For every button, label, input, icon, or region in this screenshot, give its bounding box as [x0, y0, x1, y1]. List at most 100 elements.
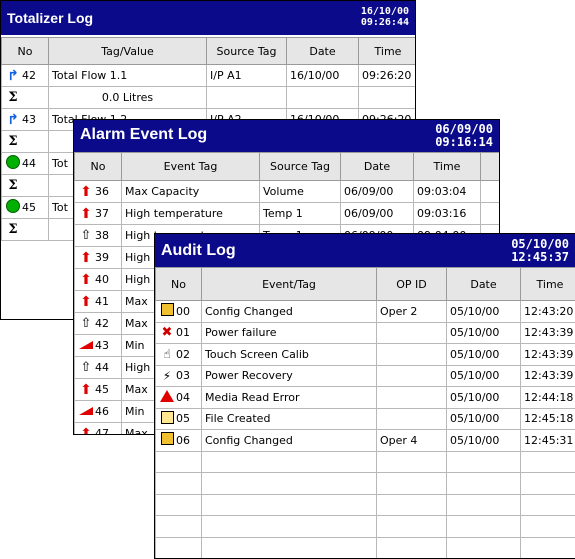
new-file-icon [158, 411, 176, 427]
totalizer-column-header[interactable]: No [2, 38, 49, 65]
audit-tag-cell: Power failure [202, 322, 377, 344]
audit-table-row[interactable]: 04Media Read Error05/10/0012:44:18 [156, 387, 575, 409]
audit-table-row[interactable]: 00Config ChangedOper 205/10/0012:43:20 [156, 301, 575, 323]
totalizer-title: Totalizer Log [7, 10, 93, 26]
alarm-no-cell: 43 [75, 335, 122, 357]
totalizer-row-number: 42 [22, 69, 36, 82]
red-flash-up-icon: ⬆ [77, 184, 95, 200]
totalizer-tag-cell: Total Flow 1.1 [49, 65, 207, 87]
audit-tag-cell [202, 537, 377, 559]
audit-log-window: Audit Log 05/10/00 12:45:37 NoEvent/TagO… [154, 233, 575, 559]
audit-opid-cell: Oper 2 [377, 301, 447, 323]
audit-column-header[interactable]: Date [447, 268, 521, 301]
audit-time-cell: 12:43:39 [521, 365, 575, 387]
totalizer-column-header[interactable]: Tag/Value [49, 38, 207, 65]
red-up-arrow-icon: ⬆ [77, 250, 95, 266]
sigma-icon: Σ [4, 222, 22, 237]
audit-time-cell: 12:43:20 [521, 301, 575, 323]
audit-table-row[interactable]: 06Config ChangedOper 405/10/0012:45:31 [156, 430, 575, 452]
audit-time-cell: 12:43:39 [521, 322, 575, 344]
red-ramp-icon [77, 339, 95, 352]
audit-no-cell: ☝02 [156, 344, 202, 366]
alarm-no-cell: ⇧38 [75, 225, 122, 247]
audit-tag-cell [202, 451, 377, 473]
audit-table-row[interactable] [156, 516, 575, 538]
audit-table-row[interactable]: ⚡03Power Recovery05/10/0012:43:39 [156, 365, 575, 387]
alarm-no-cell: ⬆41 [75, 291, 122, 313]
audit-row-number: 05 [176, 412, 190, 425]
alarm-table-row[interactable]: ⬆36Max CapacityVolume06/09/0009:03:04 [75, 181, 501, 203]
audit-tag-cell [202, 516, 377, 538]
audit-date-cell: 05/10/00 [447, 387, 521, 409]
totalizer-column-header[interactable]: Time [359, 38, 417, 65]
audit-table-row[interactable]: ☝02Touch Screen Calib05/10/0012:43:39 [156, 344, 575, 366]
audit-row-number: 03 [176, 369, 190, 382]
alarm-no-cell: ⬆36 [75, 181, 122, 203]
audit-date-cell: 05/10/00 [447, 365, 521, 387]
audit-table: NoEvent/TagOP IDDateTime 00 Config Change… [155, 267, 575, 559]
totalizer-source-cell: I/P A1 [207, 65, 287, 87]
audit-date-cell: 05/10/00 [447, 322, 521, 344]
audit-no-cell: ✖01 [156, 322, 202, 344]
audit-column-header[interactable]: No [156, 268, 202, 301]
audit-column-header[interactable]: OP ID [377, 268, 447, 301]
alarm-column-header[interactable]: Source Tag [260, 153, 341, 181]
alarm-timestamp: 06/09/00 09:16:14 [435, 123, 493, 148]
alarm-row-number: 37 [95, 207, 109, 220]
alarm-time-cell: 09:03:04 [414, 181, 481, 203]
warning-icon [158, 390, 176, 405]
power-failure-icon: ✖ [158, 325, 176, 340]
audit-no-cell: 00 [156, 301, 202, 323]
green-dot-icon [4, 155, 22, 172]
audit-table-row[interactable] [156, 494, 575, 516]
alarm-time: 09:16:14 [435, 136, 493, 149]
alarm-no-cell: ⇧42 [75, 313, 122, 335]
audit-time-cell: 12:44:18 [521, 387, 575, 409]
totalizer-table-row[interactable]: ↱42Total Flow 1.1I/P A116/10/0009:26:20 [2, 65, 417, 87]
audit-tag-cell: File Created [202, 408, 377, 430]
config-icon [158, 432, 176, 448]
audit-table-row[interactable]: 05File Created05/10/0012:45:18 [156, 408, 575, 430]
totalizer-header-row: NoTag/ValueSource TagDateTime [2, 38, 417, 65]
audit-opid-cell [377, 451, 447, 473]
alarm-source-cell: Temp 1 [260, 203, 341, 225]
alarm-column-header[interactable]: No [75, 153, 122, 181]
totalizer-table-row[interactable]: Σ0.0 Litres [2, 87, 417, 109]
alarm-date: 06/09/00 [435, 123, 493, 136]
alarm-no-cell: ⬆47 [75, 423, 122, 436]
red-flash-up-icon: ⬆ [77, 382, 95, 398]
alarm-column-header[interactable]: Event Tag [122, 153, 260, 181]
audit-column-header[interactable]: Event/Tag [202, 268, 377, 301]
alarm-table-row[interactable]: ⬆37High temperatureTemp 106/09/0009:03:1… [75, 203, 501, 225]
totalizer-column-header[interactable]: Source Tag [207, 38, 287, 65]
audit-table-row[interactable] [156, 451, 575, 473]
totalizer-no-cell: ↱42 [2, 65, 49, 87]
audit-table-row[interactable] [156, 473, 575, 495]
audit-no-cell [156, 537, 202, 559]
audit-table-row[interactable] [156, 537, 575, 559]
alarm-row-number: 39 [95, 251, 109, 264]
hollow-up-arrow-icon: ⇧ [77, 228, 95, 243]
green-dot-icon [4, 199, 22, 216]
alarm-row-number: 43 [95, 339, 109, 352]
red-up-arrow-icon: ⬆ [77, 206, 95, 222]
alarm-no-cell: ⬆37 [75, 203, 122, 225]
audit-column-header[interactable]: Time [521, 268, 575, 301]
alarm-column-header[interactable]: Date [341, 153, 414, 181]
totalizer-column-header[interactable]: Date [287, 38, 359, 65]
alarm-column-header[interactable]: Time [414, 153, 481, 181]
audit-time-cell: 12:43:39 [521, 344, 575, 366]
audit-time: 12:45:37 [511, 251, 569, 264]
alarm-row-number: 40 [95, 273, 109, 286]
alarm-no-cell: 46 [75, 401, 122, 423]
audit-table-row[interactable]: ✖01Power failure 05/10/0012:43:39 [156, 322, 575, 344]
audit-tag-cell: Config Changed [202, 430, 377, 452]
audit-date-cell: 05/10/00 [447, 301, 521, 323]
audit-row-number: 04 [176, 391, 190, 404]
hollow-up-arrow-icon: ⇧ [77, 360, 95, 375]
audit-no-cell: 04 [156, 387, 202, 409]
config-icon [158, 303, 176, 319]
audit-time-cell: 12:45:18 [521, 408, 575, 430]
alarm-scroll-cell [481, 181, 501, 203]
alarm-tag-cell: High temperature [122, 203, 260, 225]
